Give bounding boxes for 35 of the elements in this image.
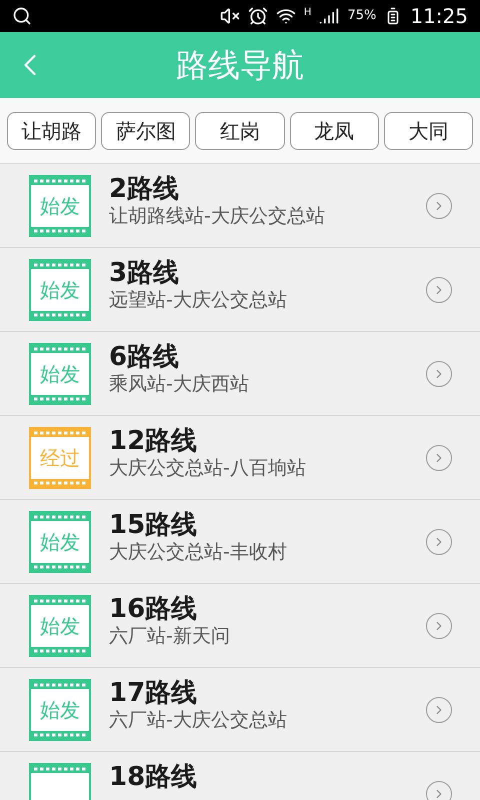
battery-percent: 75% <box>347 7 376 26</box>
route-stops: 乘风站-大庆西站 <box>109 373 250 397</box>
film-badge: 经过 <box>29 426 91 488</box>
route-stops: 六厂站-大庆公交总站 <box>109 709 288 733</box>
route-stops: 远望站-大庆公交总站 <box>109 289 288 313</box>
route-stops: 大庆公交总站-八百垧站 <box>109 457 307 481</box>
district-tab[interactable]: 大同 <box>384 112 474 150</box>
film-badge: 始发 <box>29 258 91 320</box>
route-name: 2路线 <box>109 173 180 205</box>
film-badge: 始发 <box>29 342 91 404</box>
route-name: 15路线 <box>109 509 198 541</box>
route-name: 18路线 <box>109 761 198 793</box>
film-badge: 始发 <box>29 678 91 740</box>
film-badge: 始发 <box>29 594 91 656</box>
film-badge: 始发 <box>29 510 91 572</box>
route-name: 17路线 <box>109 677 198 709</box>
signal-icon <box>319 6 340 26</box>
district-tab[interactable]: 让胡路 <box>7 112 96 150</box>
route-name: 16路线 <box>109 593 198 625</box>
route-name: 6路线 <box>109 341 180 373</box>
route-stops: 六厂站-新天问 <box>109 625 231 649</box>
mute-icon <box>220 6 240 26</box>
district-tab[interactable]: 红岗 <box>195 112 285 150</box>
district-tab[interactable]: 龙凤 <box>290 112 379 150</box>
alarm-icon <box>248 6 268 26</box>
film-badge: 始发 <box>29 174 91 236</box>
route-name: 12路线 <box>109 425 198 457</box>
district-tab[interactable]: 萨尔图 <box>101 112 190 150</box>
route-stops: 大庆公交总站-丰收村 <box>109 541 288 565</box>
clock: 11:25 <box>410 3 468 30</box>
route-stops: 让胡路线站-大庆公交总站 <box>109 205 326 229</box>
network-type: H <box>304 6 312 20</box>
search-icon <box>12 6 32 26</box>
page-title: 路线导航 <box>176 45 304 86</box>
route-name: 3路线 <box>109 257 180 289</box>
